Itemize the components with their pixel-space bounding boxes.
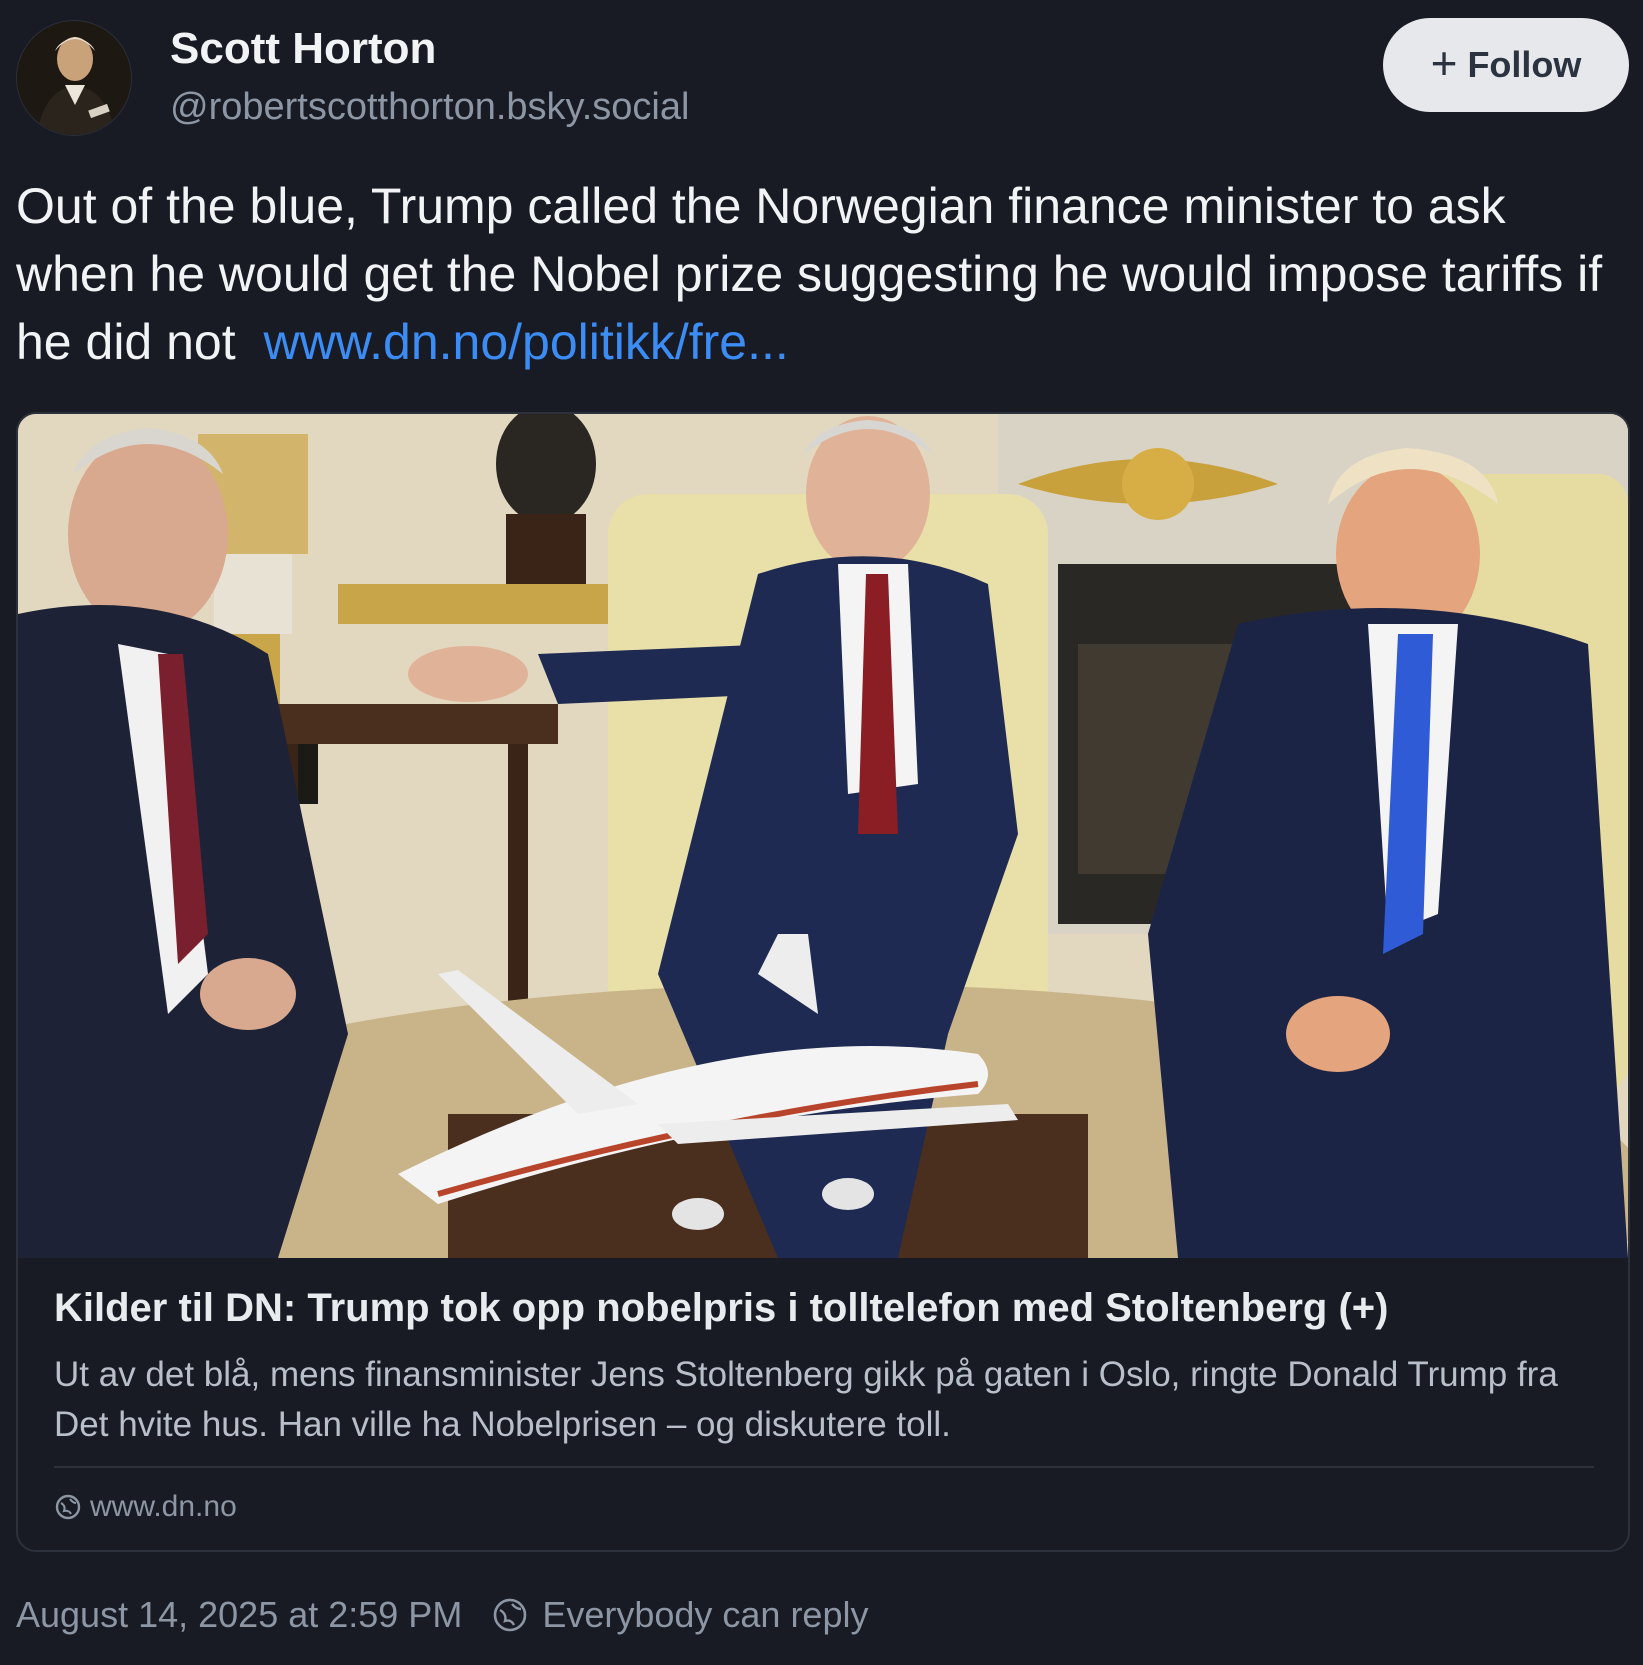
link-card-description: Ut av det blå, mens finansminister Jens … [54,1355,1558,1444]
plus-icon: + [1430,37,1458,89]
follow-button[interactable]: + Follow [1383,18,1629,112]
link-card-divider [54,1466,1594,1468]
post-timestamp[interactable]: August 14, 2025 at 2:59 PM [16,1594,462,1636]
news-photo-image [18,414,1628,1258]
follow-button-label: Follow [1467,44,1582,85]
author-avatar[interactable] [16,20,132,136]
globe-icon [494,1598,527,1632]
link-card-domain-text: www.dn.no [90,1490,237,1523]
reply-setting-label: Everybody can reply [542,1594,869,1635]
reply-setting[interactable]: Everybody can reply [492,1594,868,1636]
link-card-domain[interactable]: www.dn.no [54,1490,237,1524]
author-display-name[interactable]: Scott Horton [170,24,436,74]
post-body: Out of the blue, Trump called the Norweg… [16,178,1603,370]
link-card-title[interactable]: Kilder til DN: Trump tok opp nobelpris i… [54,1286,1594,1331]
globe-icon [55,1494,81,1520]
post-link[interactable]: www.dn.no/politikk/fre... [264,314,789,370]
post-text: Out of the blue, Trump called the Norweg… [16,172,1616,376]
portrait-avatar-icon [17,21,131,135]
link-preview-card[interactable]: Kilder til DN: Trump tok opp nobelpris i… [16,412,1630,1552]
author-handle[interactable]: @robertscotthorton.bsky.social [170,86,689,129]
post-footer: August 14, 2025 at 2:59 PM Everybody can… [16,1594,868,1636]
